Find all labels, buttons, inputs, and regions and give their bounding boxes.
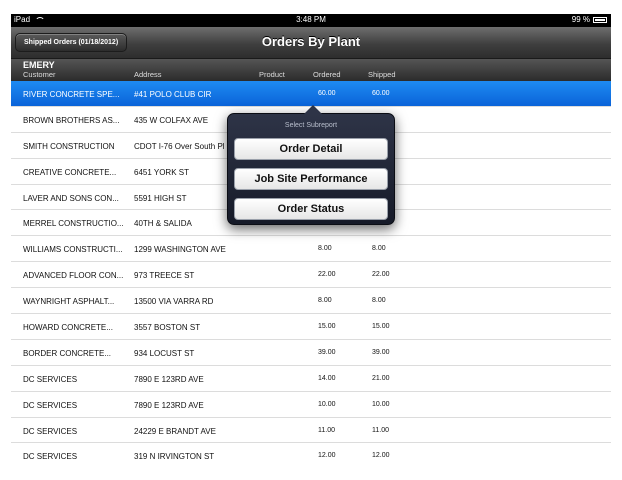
address-cell: CDOT I-76 Over South Pl bbox=[134, 141, 225, 151]
job-site-performance-button[interactable]: Job Site Performance bbox=[234, 168, 388, 190]
shipped-cell: 12.00 bbox=[372, 452, 390, 460]
status-time: 3:48 PM bbox=[296, 15, 326, 24]
customer-cell: CREATIVE CONCRETE... bbox=[23, 167, 117, 177]
battery-icon bbox=[593, 16, 607, 23]
customer-cell: BORDER CONCRETE... bbox=[23, 348, 112, 358]
shipped-cell: 8.00 bbox=[372, 297, 386, 305]
address-cell: 7890 E 123RD AVE bbox=[134, 374, 204, 384]
address-cell: 6451 YORK ST bbox=[134, 167, 189, 177]
shipped-cell: 15.00 bbox=[372, 323, 390, 331]
ordered-cell: 14.00 bbox=[318, 374, 336, 382]
popover-arrow bbox=[304, 105, 322, 114]
ordered-cell: 8.00 bbox=[318, 245, 332, 253]
ordered-cell: 60.00 bbox=[318, 90, 336, 97]
ordered-cell: 11.00 bbox=[318, 426, 335, 434]
shipped-cell: 60.00 bbox=[372, 90, 390, 97]
table-row[interactable]: DC SERVICES 7890 E 123RD AVE 14.00 21.00 bbox=[11, 366, 611, 392]
table-row[interactable]: RIVER CONCRETE SPE... #41 POLO CLUB CIR … bbox=[11, 81, 611, 107]
customer-cell: DC SERVICES bbox=[23, 426, 78, 436]
column-header-customer: Customer bbox=[23, 70, 56, 79]
battery-percent: 99 % bbox=[571, 15, 590, 24]
address-cell: 435 W COLFAX AVE bbox=[134, 115, 209, 125]
column-header-shipped: Shipped bbox=[368, 70, 396, 79]
address-cell: 24229 E BRANDT AVE bbox=[134, 426, 216, 436]
shipped-cell: 10.00 bbox=[372, 400, 390, 408]
customer-cell: RIVER CONCRETE SPE... bbox=[23, 90, 120, 99]
subreport-popover: Select Subreport Order Detail Job Site P… bbox=[227, 105, 395, 225]
address-cell: 3557 BOSTON ST bbox=[134, 323, 201, 333]
customer-cell: MERREL CONSTRUCTIO... bbox=[23, 219, 124, 229]
table-row[interactable]: ADVANCED FLOOR CON... 973 TREECE ST 22.0… bbox=[11, 262, 611, 289]
ordered-cell: 15.00 bbox=[318, 323, 336, 331]
shipped-cell: 22.00 bbox=[372, 271, 390, 279]
table-row[interactable]: DC SERVICES 7890 E 123RD AVE 10.00 10.00 bbox=[11, 392, 611, 418]
address-cell: 7890 E 123RD AVE bbox=[134, 400, 204, 410]
customer-cell: LAVER AND SONS CON... bbox=[23, 193, 119, 203]
shipped-cell: 11.00 bbox=[372, 426, 389, 434]
ordered-cell: 10.00 bbox=[318, 400, 336, 408]
status-bar: iPad 3:48 PM 99 % bbox=[11, 14, 611, 27]
column-header-address: Address bbox=[134, 70, 162, 79]
customer-cell: WAYNRIGHT ASPHALT... bbox=[23, 297, 115, 307]
column-header-product: Product bbox=[259, 70, 285, 79]
customer-cell: ADVANCED FLOOR CON... bbox=[23, 271, 124, 281]
address-cell: 319 N IRVINGTON ST bbox=[134, 452, 215, 462]
table-row[interactable]: BORDER CONCRETE... 934 LOCUST ST 39.00 3… bbox=[11, 340, 611, 366]
table-row[interactable]: WILLIAMS CONSTRUCTI... 1299 WASHINGTON A… bbox=[11, 236, 611, 263]
table-row[interactable]: WAYNRIGHT ASPHALT... 13500 VIA VARRA RD … bbox=[11, 288, 611, 315]
customer-cell: SMITH CONSTRUCTION bbox=[23, 141, 115, 151]
app-frame: iPad 3:48 PM 99 % Shipped Orders (01/18/… bbox=[11, 14, 611, 466]
ordered-cell: 22.00 bbox=[318, 271, 336, 279]
customer-cell: DC SERVICES bbox=[23, 400, 78, 410]
shipped-cell: 8.00 bbox=[372, 245, 386, 253]
ordered-cell: 8.00 bbox=[318, 297, 332, 305]
address-cell: 934 LOCUST ST bbox=[134, 348, 195, 358]
page-title: Orders By Plant bbox=[261, 34, 361, 49]
address-cell: 973 TREECE ST bbox=[134, 271, 195, 281]
order-detail-button[interactable]: Order Detail bbox=[234, 138, 388, 160]
table-row[interactable]: DC SERVICES 319 N IRVINGTON ST 12.00 12.… bbox=[11, 443, 611, 466]
shipped-cell: 39.00 bbox=[372, 348, 390, 356]
address-cell: 40TH & SALIDA bbox=[134, 219, 192, 229]
address-cell: 1299 WASHINGTON AVE bbox=[134, 245, 226, 255]
column-header-ordered: Ordered bbox=[313, 70, 341, 79]
customer-cell: DC SERVICES bbox=[23, 374, 78, 384]
address-cell: 13500 VIA VARRA RD bbox=[134, 297, 214, 307]
table-row[interactable]: DC SERVICES 24229 E BRANDT AVE 11.00 11.… bbox=[11, 418, 611, 444]
address-cell: 5591 HIGH ST bbox=[134, 193, 187, 203]
table-row[interactable]: HOWARD CONCRETE... 3557 BOSTON ST 15.00 … bbox=[11, 314, 611, 340]
plant-name: EMERY bbox=[23, 60, 55, 70]
ordered-cell: 39.00 bbox=[318, 348, 336, 356]
customer-cell: BROWN BROTHERS AS... bbox=[23, 115, 120, 125]
order-status-button[interactable]: Order Status bbox=[234, 198, 388, 220]
shipped-cell: 21.00 bbox=[372, 374, 390, 382]
customer-cell: DC SERVICES bbox=[23, 452, 78, 462]
ordered-cell: 12.00 bbox=[318, 452, 336, 460]
customer-cell: WILLIAMS CONSTRUCTI... bbox=[23, 245, 123, 255]
customer-cell: HOWARD CONCRETE... bbox=[23, 323, 113, 333]
popover-title: Select Subreport bbox=[284, 122, 338, 129]
address-cell: #41 POLO CLUB CIR bbox=[134, 90, 212, 99]
section-header: EMERY Customer Address Product Ordered S… bbox=[11, 59, 611, 81]
navigation-bar: Shipped Orders (01/18/2012) Orders By Pl… bbox=[11, 27, 611, 59]
